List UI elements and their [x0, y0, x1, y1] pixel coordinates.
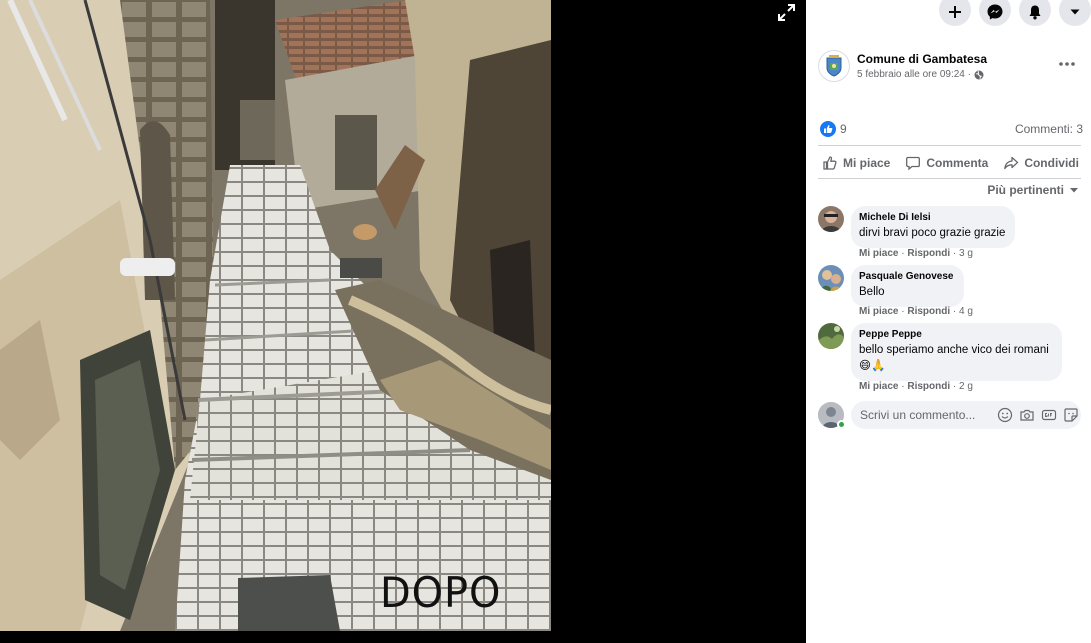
photo-viewer: DOPO [0, 0, 806, 643]
comment-input-tools [997, 407, 1079, 423]
reaction-count[interactable]: 9 [840, 122, 847, 136]
post-actions: Mi piace Commenta Condividi [818, 150, 1083, 176]
comment-button[interactable]: Commenta [901, 150, 992, 176]
more-dots-icon [1059, 62, 1075, 66]
post-timestamp[interactable]: 5 febbraio alle ore 09:24 · [857, 69, 971, 80]
like-reaction-icon[interactable] [820, 121, 836, 137]
notifications-button[interactable] [1019, 0, 1051, 26]
comment-time[interactable]: 4 g [959, 306, 973, 317]
reactions-summary: 9 Commenti: 3 [818, 120, 1083, 138]
post-timestamp-row: 5 febbraio alle ore 09:24 · [857, 69, 984, 80]
plus-icon [949, 6, 961, 18]
comment-sort-dropdown[interactable]: Più pertinenti [987, 183, 1079, 197]
comment-time[interactable]: 3 g [959, 248, 973, 259]
comment-author[interactable]: Peppe Peppe [859, 329, 1052, 340]
expand-icon [778, 4, 795, 21]
smiley-icon [997, 407, 1013, 423]
messenger-icon [987, 4, 1003, 20]
online-status-dot [837, 420, 846, 429]
comment-like-link[interactable]: Mi piace [859, 306, 898, 317]
page-avatar[interactable] [818, 50, 850, 82]
post-options-button[interactable] [1057, 56, 1077, 72]
comment-meta: Mi piace · Rispondi · 2 g [859, 381, 973, 392]
post-details-panel: Comune di Gambatesa 5 febbraio alle ore … [806, 0, 1091, 643]
comment-like-link[interactable]: Mi piace [859, 248, 898, 259]
photo-caption: DOPO [380, 568, 502, 617]
comment-like-link[interactable]: Mi piace [859, 381, 898, 392]
alley-photo-illustration [0, 0, 551, 631]
globe-icon [974, 70, 984, 79]
camera-icon [1020, 409, 1034, 421]
comment-bubble-icon [906, 156, 921, 171]
share-button[interactable]: Condividi [999, 150, 1083, 176]
avatar-photo [818, 206, 844, 232]
comment-button-label: Commenta [926, 156, 989, 170]
messenger-button[interactable] [979, 0, 1011, 26]
comment-count[interactable]: Commenti: 3 [1015, 122, 1083, 136]
post-photo[interactable]: DOPO [0, 0, 551, 631]
thumbs-up-icon [823, 156, 837, 170]
comment-time[interactable]: 2 g [959, 381, 973, 392]
page-name-link[interactable]: Comune di Gambatesa [857, 52, 987, 66]
comment-author[interactable]: Pasquale Genovese [859, 271, 954, 282]
divider [818, 145, 1081, 146]
create-button[interactable] [939, 0, 971, 26]
attach-photo-button[interactable] [1019, 407, 1035, 423]
account-menu-button[interactable] [1059, 0, 1091, 26]
expand-fullscreen-button[interactable] [774, 0, 800, 26]
commenter-avatar[interactable] [818, 323, 844, 349]
comment-text: Bello [859, 286, 885, 298]
like-button-label: Mi piace [843, 156, 891, 170]
gif-button[interactable] [1041, 407, 1057, 423]
divider [818, 178, 1081, 179]
coat-of-arms-logo [826, 55, 842, 77]
sticker-icon [1064, 408, 1078, 422]
comment-reply-link[interactable]: Rispondi [907, 306, 950, 317]
comment-meta: Mi piace · Rispondi · 3 g [859, 248, 973, 259]
comment-author[interactable]: Michele Di Ielsi [859, 212, 1005, 223]
write-comment-row [818, 401, 1083, 429]
like-button[interactable]: Mi piace [818, 150, 894, 176]
bell-icon [1029, 5, 1041, 20]
comment-bubble: Pasquale Genovese Bello [851, 265, 964, 307]
comment-bubble: Peppe Peppe bello speriamo anche vico de… [851, 323, 1062, 381]
avatar-photo [818, 323, 844, 349]
comment-text: dirvi bravi poco grazie grazie [859, 227, 1006, 239]
gif-icon [1041, 409, 1057, 421]
post-header: Comune di Gambatesa 5 febbraio alle ore … [818, 50, 1083, 86]
share-arrow-icon [1004, 156, 1019, 170]
top-action-bar [939, 0, 1091, 28]
comment-bubble: Michele Di Ielsi dirvi bravi poco grazie… [851, 206, 1016, 248]
share-button-label: Condividi [1024, 156, 1079, 170]
comment-meta: Mi piace · Rispondi · 4 g [859, 306, 973, 317]
comment-reply-link[interactable]: Rispondi [907, 248, 950, 259]
commenter-avatar[interactable] [818, 265, 844, 291]
sticker-button[interactable] [1063, 407, 1079, 423]
caret-down-icon [1070, 188, 1078, 193]
comment-sort-label: Più pertinenti [987, 183, 1064, 197]
emoji-button[interactable] [997, 407, 1013, 423]
comment-text: bello speriamo anche vico dei romani 😄🙏 [859, 344, 1049, 372]
avatar-photo [818, 265, 844, 291]
caret-down-icon [1070, 9, 1080, 15]
comment-reply-link[interactable]: Rispondi [907, 381, 950, 392]
commenter-avatar[interactable] [818, 206, 844, 232]
